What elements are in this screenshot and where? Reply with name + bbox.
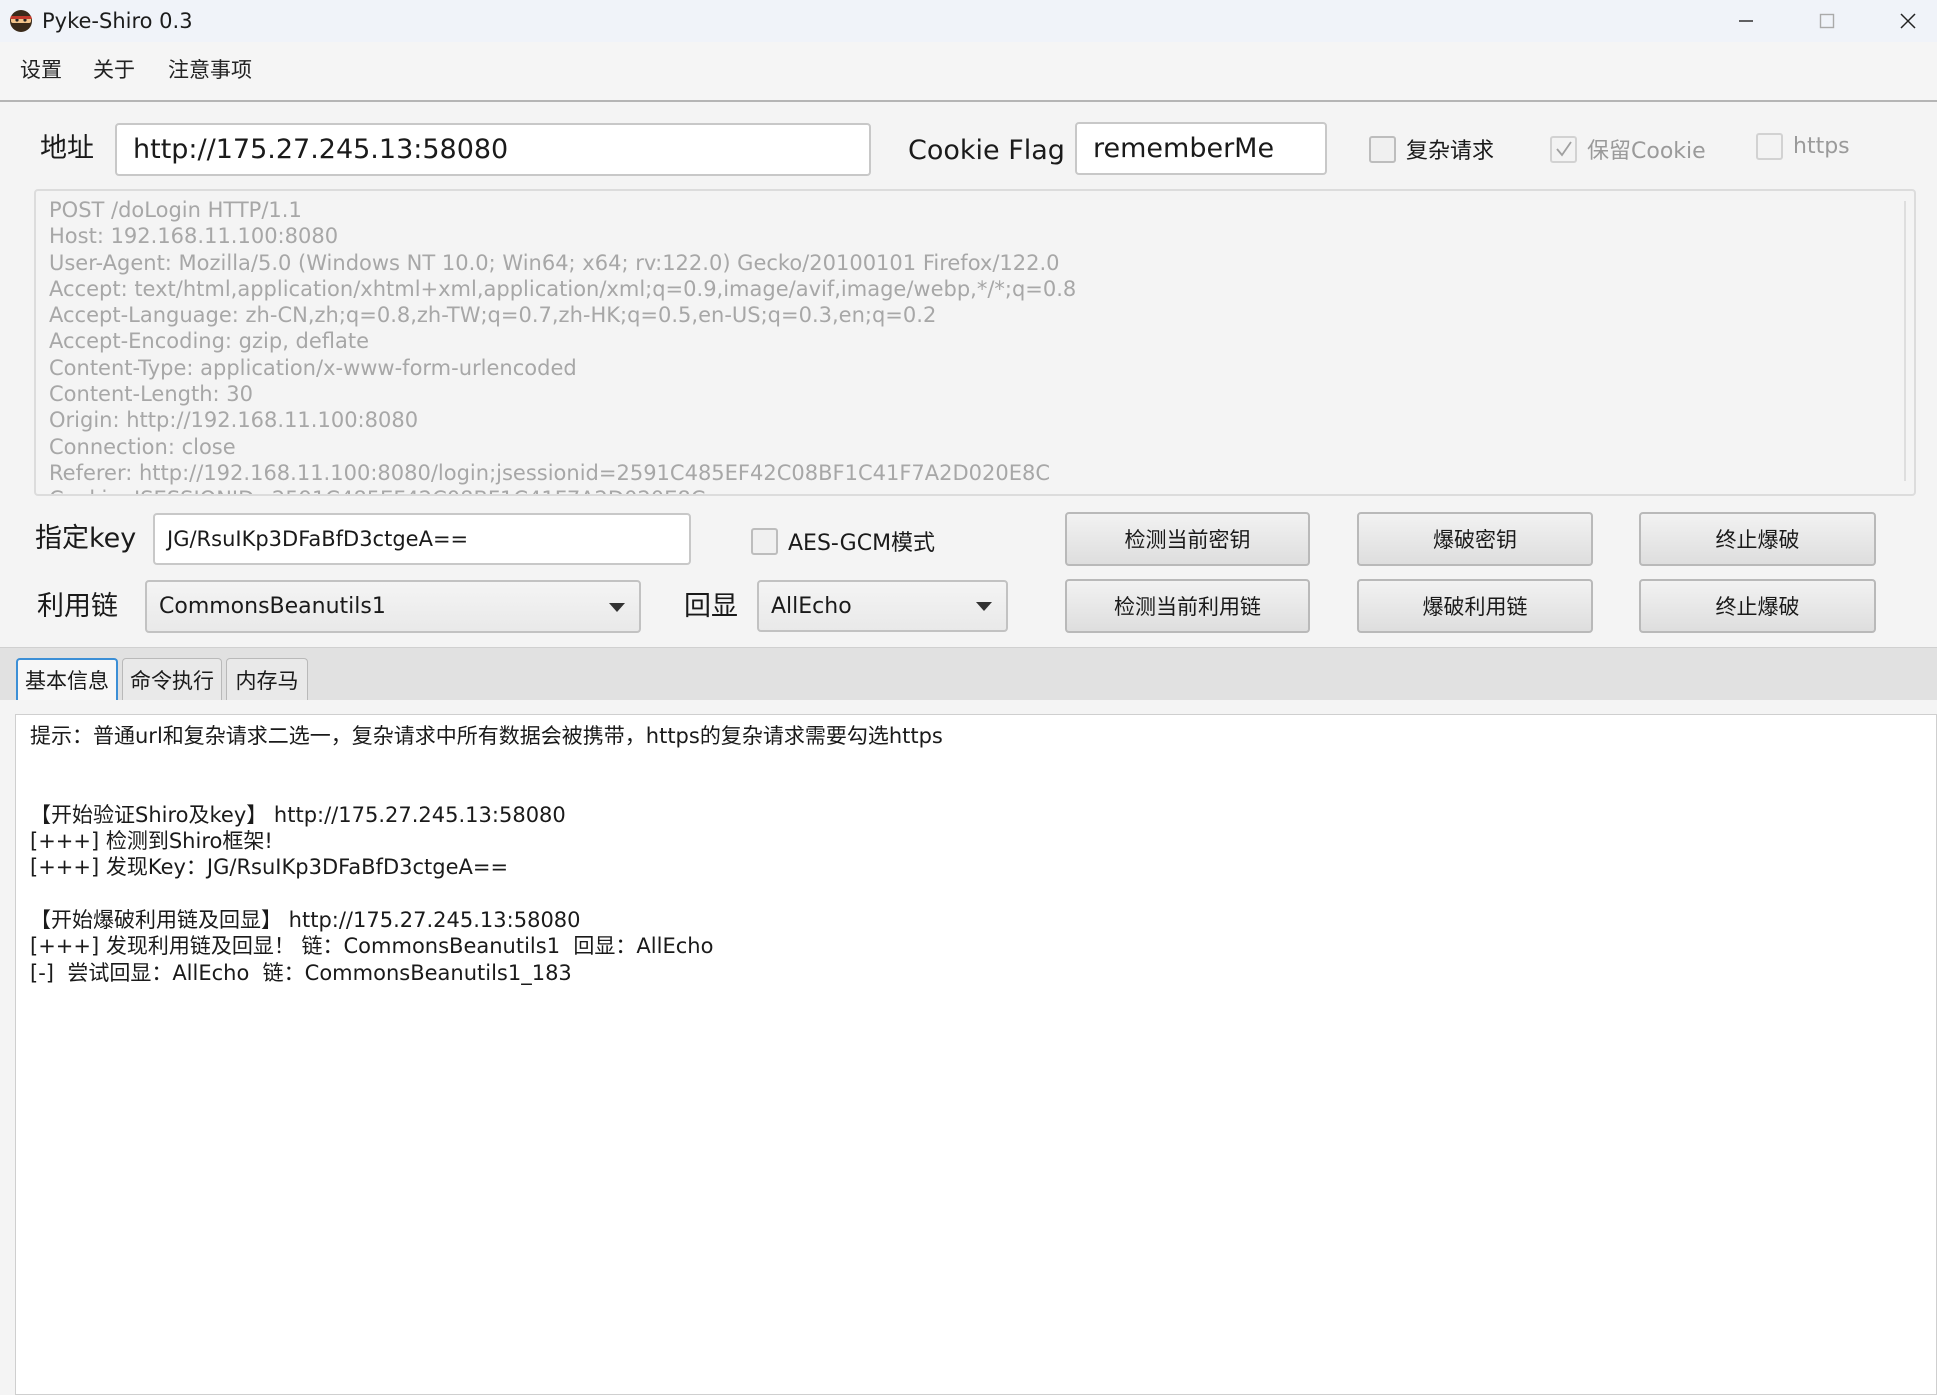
chevron-down-icon — [609, 602, 625, 612]
chain-select-value: CommonsBeanutils1 — [159, 594, 386, 619]
echo-label: 回显 — [684, 591, 738, 622]
complex-request-checkbox[interactable]: 复杂请求 — [1369, 133, 1494, 165]
check-key-button[interactable]: 检测当前密钥 — [1065, 512, 1310, 566]
checkbox-box — [751, 527, 778, 555]
maximize-button[interactable] — [1787, 0, 1867, 42]
brute-chain-button[interactable]: 爆破利用链 — [1357, 579, 1593, 633]
https-checkbox[interactable]: https — [1756, 133, 1850, 160]
keep-cookie-label: 保留Cookie — [1587, 139, 1706, 164]
address-label: 地址 — [40, 133, 94, 164]
chevron-down-icon — [976, 602, 992, 611]
check-chain-button[interactable]: 检测当前利用链 — [1065, 579, 1310, 633]
key-input[interactable]: JG/RsuIKp3DFaBfD3ctgeA== — [153, 513, 691, 565]
echo-select[interactable]: AllEcho — [757, 580, 1008, 632]
aes-gcm-label: AES-GCM模式 — [788, 531, 936, 556]
aes-gcm-checkbox[interactable]: AES-GCM模式 — [751, 525, 935, 557]
stop-chain-brute-button[interactable]: 终止爆破 — [1639, 579, 1876, 633]
brute-key-button[interactable]: 爆破密钥 — [1357, 512, 1593, 566]
address-input[interactable]: http://175.27.245.13:58080 — [115, 123, 871, 176]
menu-about[interactable]: 关于 — [93, 55, 135, 85]
key-label: 指定key — [35, 523, 137, 554]
request-body-textarea[interactable]: POST /doLogin HTTP/1.1 Host: 192.168.11.… — [34, 189, 1916, 496]
close-icon — [1900, 13, 1916, 29]
window-title: Pyke-Shiro 0.3 — [42, 9, 193, 33]
minimize-icon — [1739, 20, 1753, 22]
output-textarea[interactable]: 提示：普通url和复杂请求二选一，复杂请求中所有数据会被携带，https的复杂请… — [15, 714, 1937, 1395]
menu-bar: 设置 关于 注意事项 — [0, 42, 1937, 102]
checkbox-box — [1550, 135, 1577, 163]
close-button[interactable] — [1868, 0, 1937, 42]
checkmark-icon — [1555, 141, 1572, 157]
stop-key-brute-button[interactable]: 终止爆破 — [1639, 512, 1876, 566]
tab-bar: 基本信息 命令执行 内存马 — [0, 647, 1937, 700]
echo-select-value: AllEcho — [771, 593, 852, 619]
keep-cookie-checkbox[interactable]: 保留Cookie — [1550, 133, 1706, 165]
ninja-app-icon — [8, 7, 34, 33]
request-body-text: POST /doLogin HTTP/1.1 Host: 192.168.11.… — [49, 198, 1077, 494]
maximize-icon — [1819, 13, 1835, 29]
checkbox-box — [1369, 135, 1396, 163]
menu-notes[interactable]: 注意事项 — [168, 55, 252, 85]
cookie-flag-input[interactable]: rememberMe — [1075, 122, 1327, 175]
chain-label: 利用链 — [37, 591, 118, 622]
title-bar: Pyke-Shiro 0.3 — [0, 0, 1937, 42]
request-scrollbar[interactable] — [1900, 201, 1910, 481]
cookie-flag-label: Cookie Flag — [908, 135, 1065, 166]
complex-request-label: 复杂请求 — [1406, 139, 1495, 164]
checkbox-box — [1756, 133, 1783, 160]
tab-basic-info[interactable]: 基本信息 — [16, 658, 118, 700]
output-log: 提示：普通url和复杂请求二选一，复杂请求中所有数据会被携带，https的复杂请… — [30, 724, 943, 985]
menu-settings[interactable]: 设置 — [20, 55, 62, 85]
https-label: https — [1793, 134, 1850, 159]
tab-memshell[interactable]: 内存马 — [226, 658, 308, 700]
chain-select[interactable]: CommonsBeanutils1 — [145, 580, 641, 633]
minimize-button[interactable] — [1706, 0, 1786, 42]
tab-command-exec[interactable]: 命令执行 — [122, 658, 222, 700]
